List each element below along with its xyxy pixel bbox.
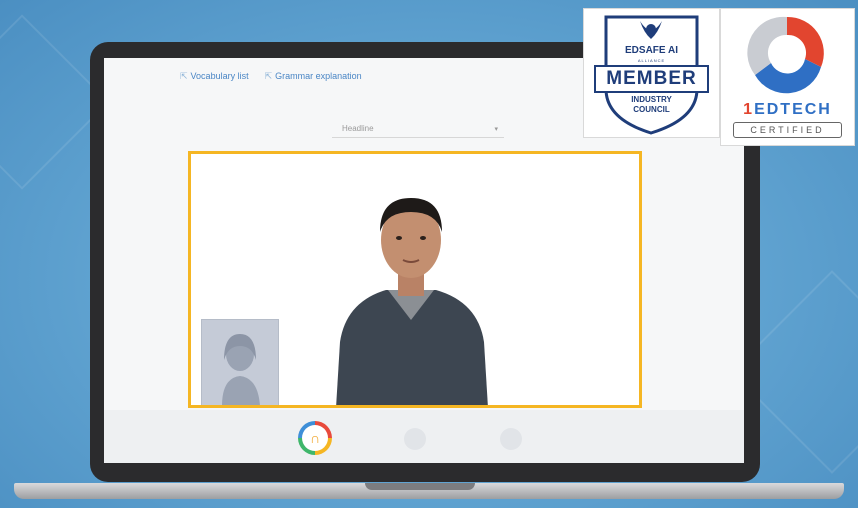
dropdown-value: Headline: [342, 124, 374, 133]
video-speaker: [336, 198, 488, 405]
link-label: Grammar explanation: [275, 71, 362, 81]
microphone-icon: ∩: [302, 425, 328, 451]
arrow-link-icon: ⇱: [180, 71, 188, 81]
edtech-name-prefix: 1: [743, 101, 755, 118]
vocabulary-list-link[interactable]: ⇱ Vocabulary list: [180, 71, 249, 82]
edtech-name-text: EDTECH: [754, 101, 832, 118]
edsafe-council-line1: INDUSTRY: [631, 95, 672, 104]
laptop-notch: [365, 483, 475, 490]
microphone-button[interactable]: ∩: [298, 421, 332, 455]
grammar-explanation-link[interactable]: ⇱ Grammar explanation: [265, 71, 362, 82]
user-silhouette-icon: [222, 334, 260, 405]
lesson-dropdown[interactable]: Headline ▾: [332, 120, 504, 138]
edsafe-council-line2: COUNCIL: [633, 105, 670, 114]
edtech-name: 1EDTECH: [721, 101, 854, 119]
arrow-link-icon: ⇱: [264, 71, 273, 81]
edtech-certified-label: CERTIFIED: [733, 122, 842, 138]
chevron-down-icon: ▾: [494, 125, 498, 133]
link-label: Vocabulary list: [190, 71, 249, 81]
video-frame: [188, 151, 642, 408]
edsafe-badge-card: EDSAFE AI ALLIANCE MEMBER INDUSTRY COUNC…: [583, 8, 720, 138]
edsafe-org-subtitle: ALLIANCE: [637, 58, 666, 63]
edtech-logo-icon: [747, 16, 824, 94]
user-camera-thumbnail: [201, 319, 279, 405]
edsafe-member-label: MEMBER: [594, 65, 709, 93]
control-button[interactable]: [500, 428, 522, 450]
edsafe-org-name: EDSAFE AI: [625, 45, 678, 56]
control-button[interactable]: [404, 428, 426, 450]
edtech-badge-card: 1EDTECH CERTIFIED: [720, 8, 855, 146]
lesson-links: ⇱ Vocabulary list ⇱ Grammar explanation: [180, 71, 362, 82]
